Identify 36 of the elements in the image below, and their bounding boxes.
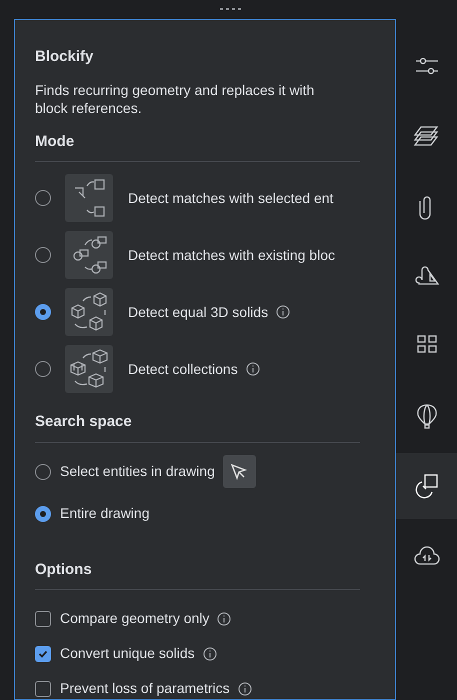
checkbox[interactable] (35, 680, 51, 696)
section-heading: Options (35, 558, 360, 590)
panel-title: Blockify (35, 47, 94, 67)
option-label[interactable]: Detect matches with existing bloc (128, 244, 335, 266)
radio-button[interactable] (35, 247, 51, 263)
radio-button[interactable] (35, 506, 51, 522)
info-icon[interactable] (276, 305, 290, 319)
radio-button[interactable] (35, 361, 51, 377)
radio-button[interactable] (35, 464, 51, 480)
circle-square-icon[interactable] (396, 453, 457, 519)
option-label[interactable]: Detect matches with selected ent (128, 188, 334, 208)
section-heading: Search space (35, 411, 360, 442)
info-icon[interactable] (246, 362, 260, 376)
checkbox-label[interactable]: Convert unique solids (60, 643, 195, 664)
checkbox[interactable] (35, 646, 51, 662)
option-label[interactable]: Detect equal 3D solids (128, 302, 268, 322)
panel-description: Finds recurring geometry and replaces it with block references. (35, 80, 316, 116)
mode-tile-icon (65, 288, 113, 336)
grip-icon[interactable] (220, 8, 242, 11)
mode-tile-icon (65, 174, 113, 222)
radio-label[interactable]: Select entities in drawing (60, 461, 215, 482)
mode-tile-icon (65, 345, 113, 393)
info-icon[interactable] (202, 646, 217, 660)
mode-tile-icon (65, 231, 113, 279)
section-heading: Mode (35, 130, 360, 162)
radio-button[interactable] (35, 190, 51, 206)
pick-button[interactable] (222, 455, 256, 488)
info-icon[interactable] (217, 612, 232, 626)
checkbox-label[interactable]: Prevent loss of parametrics (60, 678, 230, 699)
info-icon[interactable] (238, 682, 252, 696)
checkbox[interactable] (35, 610, 51, 626)
radio-label[interactable]: Entire drawing (60, 503, 150, 524)
radio-button[interactable] (35, 304, 51, 320)
option-label[interactable]: Detect collections (128, 358, 238, 380)
checkbox-label[interactable]: Compare geometry only (60, 608, 210, 629)
cursor-icon (229, 462, 250, 482)
